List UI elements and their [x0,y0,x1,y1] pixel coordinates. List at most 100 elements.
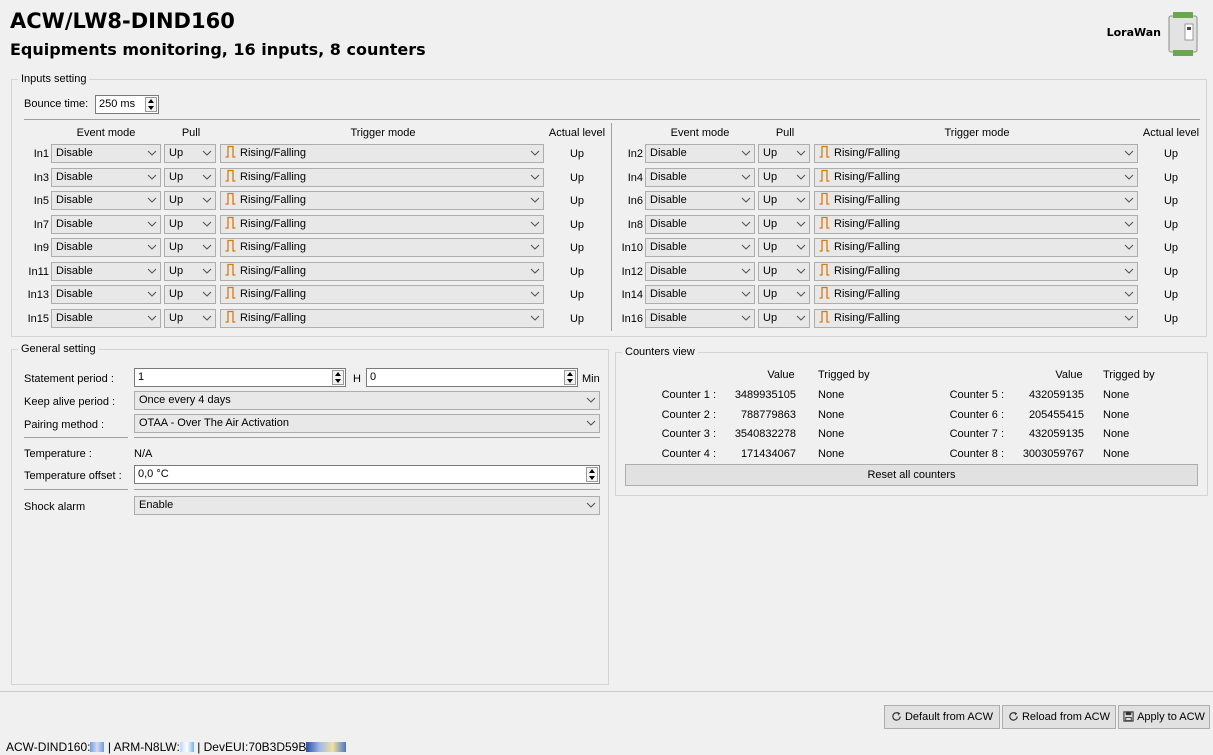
pull-value: Up [763,170,778,183]
counter-name: Counter 1 : [661,389,716,401]
event-mode-dropdown[interactable]: Disable [51,285,161,304]
trigger-mode-dropdown[interactable]: Rising/Falling [814,238,1138,257]
keep-alive-dropdown[interactable]: Once every 4 days [134,391,600,410]
pull-dropdown[interactable]: Up [164,308,216,328]
shock-alarm-value: Enable [139,499,174,511]
pull-value: Up [169,147,184,159]
pull-dropdown[interactable]: Up [164,144,216,163]
pull-dropdown[interactable]: Up [758,285,810,304]
rising-falling-edge-icon [819,263,830,276]
trigger-mode-dropdown[interactable]: Rising/Falling [814,285,1138,304]
spin-arrows-icon[interactable] [332,370,344,385]
pull-dropdown[interactable]: Up [758,308,810,328]
event-mode-dropdown[interactable]: Disable [51,167,161,187]
event-mode-dropdown[interactable]: Disable [51,191,161,210]
pull-dropdown[interactable]: Up [164,285,216,304]
trigger-mode-dropdown[interactable]: Rising/Falling [814,261,1138,281]
event-mode-dropdown[interactable]: Disable [51,261,161,281]
trigger-mode-dropdown[interactable]: Rising/Falling [814,214,1138,234]
pull-dropdown[interactable]: Up [164,167,216,187]
statement-minutes-spinbox[interactable]: 0 [366,368,578,387]
event-mode-dropdown[interactable]: Disable [645,238,755,257]
actual-level-value: Up [569,218,585,231]
trigger-mode-dropdown[interactable]: Rising/Falling [220,238,544,257]
event-mode-dropdown[interactable]: Disable [645,167,755,187]
counter-value-header-left: Value [767,369,795,381]
trigger-mode-dropdown[interactable]: Rising/Falling [220,308,544,328]
chevron-down-icon [741,286,751,303]
pull-dropdown[interactable]: Up [758,214,810,234]
pull-dropdown[interactable]: Up [164,238,216,257]
trigger-mode-value: Rising/Falling [240,241,307,253]
counter-name: Counter 6 : [949,408,1004,421]
pull-dropdown[interactable]: Up [164,214,216,234]
pull-dropdown[interactable]: Up [164,191,216,210]
trigger-mode-dropdown[interactable]: Rising/Falling [220,261,544,281]
spin-arrows-icon[interactable] [564,370,576,385]
chevron-down-icon [586,392,596,409]
redacted-value [306,742,347,752]
event-mode-dropdown[interactable]: Disable [51,214,161,234]
chevron-down-icon [741,216,751,233]
temperature-offset-value: 0,0 °C [138,468,169,480]
trigger-mode-dropdown[interactable]: Rising/Falling [814,167,1138,187]
trigger-mode-dropdown[interactable]: Rising/Falling [220,144,544,163]
event-mode-dropdown[interactable]: Disable [645,144,755,163]
pull-dropdown[interactable]: Up [758,191,810,210]
bounce-time-value: 250 ms [99,98,136,110]
pull-dropdown[interactable]: Up [758,261,810,281]
reset-counters-button[interactable]: Reset all counters [625,464,1198,486]
event-mode-dropdown[interactable]: Disable [51,308,161,328]
general-separator-1 [24,437,128,438]
trigger-mode-dropdown[interactable]: Rising/Falling [814,191,1138,210]
trigger-mode-dropdown[interactable]: Rising/Falling [220,191,544,210]
trigger-mode-dropdown[interactable]: Rising/Falling [220,285,544,304]
trigger-mode-dropdown[interactable]: Rising/Falling [814,144,1138,163]
shock-alarm-label: Shock alarm [24,501,86,513]
event-mode-value: Disable [650,264,687,277]
pull-value: Up [169,170,184,183]
temperature-offset-spinbox[interactable]: 0,0 °C [134,465,600,484]
trigger-mode-dropdown[interactable]: Rising/Falling [220,214,544,234]
event-mode-dropdown[interactable]: Disable [51,144,161,163]
event-mode-value: Disable [650,217,687,230]
trigger-mode-dropdown[interactable]: Rising/Falling [220,167,544,187]
trigger-mode-dropdown[interactable]: Rising/Falling [814,308,1138,328]
chevron-down-icon [741,169,751,186]
pull-dropdown[interactable]: Up [758,167,810,187]
counter-value: 3540832278 [734,428,796,440]
arm-version-label: | ARM-N8LW: [107,740,180,754]
trigger-mode-value: Rising/Falling [834,194,901,206]
statement-hours-spinbox[interactable]: 1 [134,368,346,387]
spin-arrows-icon[interactable] [145,97,157,112]
bounce-time-spinbox[interactable]: 250 ms [95,95,159,114]
event-mode-dropdown[interactable]: Disable [645,214,755,234]
pull-dropdown[interactable]: Up [758,238,810,257]
counter-value: 788779863 [740,408,796,421]
chevron-down-icon [202,145,212,162]
event-mode-dropdown[interactable]: Disable [645,308,755,328]
event-mode-dropdown[interactable]: Disable [51,238,161,257]
pull-dropdown[interactable]: Up [758,144,810,163]
chevron-down-icon [741,310,751,327]
spin-arrows-icon[interactable] [586,467,598,482]
redacted-value [90,742,105,752]
counter-name: Counter 7 : [949,428,1004,440]
pairing-method-dropdown[interactable]: OTAA - Over The Air Activation [134,414,600,433]
chevron-down-icon [530,192,540,209]
chevron-down-icon [796,286,806,303]
pull-value: Up [763,147,778,159]
reload-from-acw-button[interactable]: Reload from ACW [1002,705,1116,729]
event-mode-dropdown[interactable]: Disable [645,191,755,210]
event-mode-dropdown[interactable]: Disable [645,261,755,281]
counter-trigger-header-right: Trigged by [1103,369,1155,381]
pull-dropdown[interactable]: Up [164,261,216,281]
apply-to-acw-button[interactable]: Apply to ACW [1118,705,1210,729]
chevron-down-icon [202,169,212,186]
shock-alarm-dropdown[interactable]: Enable [134,496,600,515]
default-from-acw-button[interactable]: Default from ACW [884,705,1000,729]
actual-level-value: Up [569,265,585,278]
counter-value: 3489935105 [734,389,796,401]
event-mode-dropdown[interactable]: Disable [645,285,755,304]
actual-level-header-left: Actual level [548,127,606,139]
